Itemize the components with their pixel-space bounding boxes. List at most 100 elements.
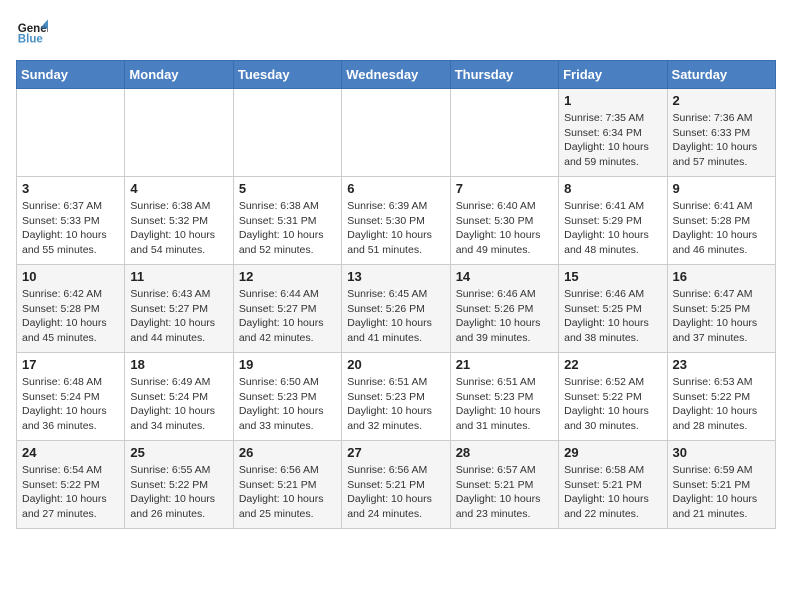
calendar-table: SundayMondayTuesdayWednesdayThursdayFrid…: [16, 60, 776, 529]
calendar-cell: 5 Sunrise: 6:38 AMSunset: 5:31 PMDaylight…: [233, 177, 341, 265]
day-number: 7: [456, 181, 553, 196]
day-header-thursday: Thursday: [450, 61, 558, 89]
calendar-cell: 25 Sunrise: 6:55 AMSunset: 5:22 PMDayligh…: [125, 441, 233, 529]
day-info: Sunrise: 6:56 AMSunset: 5:21 PMDaylight:…: [239, 463, 336, 522]
day-number: 27: [347, 445, 444, 460]
day-number: 12: [239, 269, 336, 284]
day-info: Sunrise: 6:41 AMSunset: 5:29 PMDaylight:…: [564, 199, 661, 258]
week-row-2: 3Sunrise: 6:37 AMSunset: 5:33 PMDaylight…: [17, 177, 776, 265]
day-number: 29: [564, 445, 661, 460]
day-info: Sunrise: 6:57 AMSunset: 5:21 PMDaylight:…: [456, 463, 553, 522]
day-info: Sunrise: 6:42 AMSunset: 5:28 PMDaylight:…: [22, 287, 119, 346]
day-header-friday: Friday: [559, 61, 667, 89]
calendar-cell: [125, 89, 233, 177]
day-info: Sunrise: 6:55 AMSunset: 5:22 PMDaylight:…: [130, 463, 227, 522]
calendar-cell: [342, 89, 450, 177]
day-info: Sunrise: 6:53 AMSunset: 5:22 PMDaylight:…: [673, 375, 770, 434]
day-info: Sunrise: 6:45 AMSunset: 5:26 PMDaylight:…: [347, 287, 444, 346]
calendar-cell: 27 Sunrise: 6:56 AMSunset: 5:21 PMDayligh…: [342, 441, 450, 529]
calendar-cell: 28 Sunrise: 6:57 AMSunset: 5:21 PMDayligh…: [450, 441, 558, 529]
day-info: Sunrise: 7:35 AMSunset: 6:34 PMDaylight:…: [564, 111, 661, 170]
calendar-cell: 24 Sunrise: 6:54 AMSunset: 5:22 PMDayligh…: [17, 441, 125, 529]
day-number: 8: [564, 181, 661, 196]
calendar-cell: 14Sunrise: 6:46 AMSunset: 5:26 PMDayligh…: [450, 265, 558, 353]
calendar-cell: 23 Sunrise: 6:53 AMSunset: 5:22 PMDayligh…: [667, 353, 775, 441]
day-number: 4: [130, 181, 227, 196]
week-row-1: 1 Sunrise: 7:35 AMSunset: 6:34 PMDaylight…: [17, 89, 776, 177]
day-number: 19: [239, 357, 336, 372]
calendar-cell: 21 Sunrise: 6:51 AMSunset: 5:23 PMDayligh…: [450, 353, 558, 441]
day-info: Sunrise: 6:41 AMSunset: 5:28 PMDaylight:…: [673, 199, 770, 258]
day-number: 18: [130, 357, 227, 372]
day-info: Sunrise: 6:51 AMSunset: 5:23 PMDaylight:…: [347, 375, 444, 434]
day-number: 30: [673, 445, 770, 460]
calendar-cell: [233, 89, 341, 177]
calendar-cell: 12 Sunrise: 6:44 AMSunset: 5:27 PMDayligh…: [233, 265, 341, 353]
week-row-5: 24 Sunrise: 6:54 AMSunset: 5:22 PMDayligh…: [17, 441, 776, 529]
calendar-cell: 13 Sunrise: 6:45 AMSunset: 5:26 PMDayligh…: [342, 265, 450, 353]
day-header-saturday: Saturday: [667, 61, 775, 89]
day-number: 22: [564, 357, 661, 372]
calendar-cell: 22 Sunrise: 6:52 AMSunset: 5:22 PMDayligh…: [559, 353, 667, 441]
day-number: 26: [239, 445, 336, 460]
calendar-cell: 3Sunrise: 6:37 AMSunset: 5:33 PMDaylight…: [17, 177, 125, 265]
day-header-monday: Monday: [125, 61, 233, 89]
calendar-cell: 29 Sunrise: 6:58 AMSunset: 5:21 PMDayligh…: [559, 441, 667, 529]
day-info: Sunrise: 6:38 AMSunset: 5:32 PMDaylight:…: [130, 199, 227, 258]
calendar-cell: 19 Sunrise: 6:50 AMSunset: 5:23 PMDayligh…: [233, 353, 341, 441]
logo-icon: General Blue: [16, 16, 48, 48]
calendar-cell: 7 Sunrise: 6:40 AMSunset: 5:30 PMDaylight…: [450, 177, 558, 265]
day-number: 21: [456, 357, 553, 372]
calendar-cell: 8 Sunrise: 6:41 AMSunset: 5:29 PMDaylight…: [559, 177, 667, 265]
logo: General Blue: [16, 16, 48, 48]
day-number: 17: [22, 357, 119, 372]
day-info: Sunrise: 6:51 AMSunset: 5:23 PMDaylight:…: [456, 375, 553, 434]
day-number: 13: [347, 269, 444, 284]
day-number: 28: [456, 445, 553, 460]
calendar-cell: 16 Sunrise: 6:47 AMSunset: 5:25 PMDayligh…: [667, 265, 775, 353]
calendar-cell: 10 Sunrise: 6:42 AMSunset: 5:28 PMDayligh…: [17, 265, 125, 353]
calendar-cell: 17 Sunrise: 6:48 AMSunset: 5:24 PMDayligh…: [17, 353, 125, 441]
day-info: Sunrise: 6:38 AMSunset: 5:31 PMDaylight:…: [239, 199, 336, 258]
day-info: Sunrise: 6:48 AMSunset: 5:24 PMDaylight:…: [22, 375, 119, 434]
day-info: Sunrise: 6:58 AMSunset: 5:21 PMDaylight:…: [564, 463, 661, 522]
day-info: Sunrise: 6:40 AMSunset: 5:30 PMDaylight:…: [456, 199, 553, 258]
calendar-cell: 2Sunrise: 7:36 AMSunset: 6:33 PMDaylight…: [667, 89, 775, 177]
calendar-cell: 26 Sunrise: 6:56 AMSunset: 5:21 PMDayligh…: [233, 441, 341, 529]
calendar-cell: [450, 89, 558, 177]
day-info: Sunrise: 6:59 AMSunset: 5:21 PMDaylight:…: [673, 463, 770, 522]
days-header-row: SundayMondayTuesdayWednesdayThursdayFrid…: [17, 61, 776, 89]
day-number: 16: [673, 269, 770, 284]
day-number: 6: [347, 181, 444, 196]
day-info: Sunrise: 6:54 AMSunset: 5:22 PMDaylight:…: [22, 463, 119, 522]
calendar-cell: 6 Sunrise: 6:39 AMSunset: 5:30 PMDaylight…: [342, 177, 450, 265]
day-number: 23: [673, 357, 770, 372]
calendar-cell: 15 Sunrise: 6:46 AMSunset: 5:25 PMDayligh…: [559, 265, 667, 353]
day-info: Sunrise: 6:43 AMSunset: 5:27 PMDaylight:…: [130, 287, 227, 346]
page-header: General Blue: [16, 16, 776, 48]
week-row-3: 10 Sunrise: 6:42 AMSunset: 5:28 PMDayligh…: [17, 265, 776, 353]
calendar-cell: 30 Sunrise: 6:59 AMSunset: 5:21 PMDayligh…: [667, 441, 775, 529]
day-number: 11: [130, 269, 227, 284]
svg-text:Blue: Blue: [18, 34, 44, 46]
calendar-cell: 20 Sunrise: 6:51 AMSunset: 5:23 PMDayligh…: [342, 353, 450, 441]
day-number: 5: [239, 181, 336, 196]
day-number: 25: [130, 445, 227, 460]
day-number: 10: [22, 269, 119, 284]
day-header-tuesday: Tuesday: [233, 61, 341, 89]
day-number: 1: [564, 93, 661, 108]
day-number: 15: [564, 269, 661, 284]
day-info: Sunrise: 6:50 AMSunset: 5:23 PMDaylight:…: [239, 375, 336, 434]
day-info: Sunrise: 6:56 AMSunset: 5:21 PMDaylight:…: [347, 463, 444, 522]
day-info: Sunrise: 6:47 AMSunset: 5:25 PMDaylight:…: [673, 287, 770, 346]
day-header-wednesday: Wednesday: [342, 61, 450, 89]
day-number: 20: [347, 357, 444, 372]
day-info: Sunrise: 6:46 AMSunset: 5:25 PMDaylight:…: [564, 287, 661, 346]
day-info: Sunrise: 6:44 AMSunset: 5:27 PMDaylight:…: [239, 287, 336, 346]
week-row-4: 17 Sunrise: 6:48 AMSunset: 5:24 PMDayligh…: [17, 353, 776, 441]
day-info: Sunrise: 6:39 AMSunset: 5:30 PMDaylight:…: [347, 199, 444, 258]
day-info: Sunrise: 6:37 AMSunset: 5:33 PMDaylight:…: [22, 199, 119, 258]
day-info: Sunrise: 6:52 AMSunset: 5:22 PMDaylight:…: [564, 375, 661, 434]
day-number: 24: [22, 445, 119, 460]
day-info: Sunrise: 7:36 AMSunset: 6:33 PMDaylight:…: [673, 111, 770, 170]
